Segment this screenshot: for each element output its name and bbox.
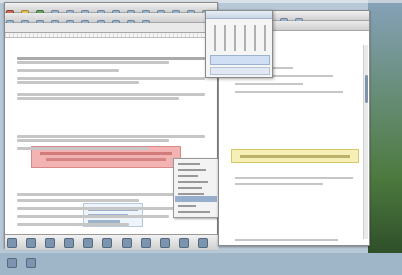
context-menu-item[interactable] [178,163,200,165]
text-line [17,97,179,100]
document-window-left [4,2,219,268]
text-line [17,199,139,202]
dock-icon-9[interactable] [159,238,170,248]
highlight-text [240,155,350,158]
palette-selection[interactable] [210,55,270,65]
dock-icon-10[interactable] [178,238,189,248]
text-line [235,239,338,241]
note-text [40,152,172,155]
text-line [17,69,119,72]
scrollbar-thumb[interactable] [365,75,368,103]
tab-bar [5,23,217,33]
context-menu-item[interactable] [178,211,210,213]
context-menu-item[interactable] [178,181,208,183]
dock-icon-8[interactable] [140,238,151,248]
highlight-box [231,149,359,163]
text-line [235,83,303,85]
note-text [46,158,166,161]
context-menu-item[interactable] [178,193,204,195]
text-line [17,147,149,150]
text-line [17,135,205,138]
dock-icon-3[interactable] [45,238,56,248]
text-line [17,207,179,210]
text-line [17,57,205,60]
dock-icon-2[interactable] [26,238,37,248]
text-line [17,93,205,96]
context-menu-item[interactable] [178,187,202,189]
ruler [5,33,217,38]
context-menu-highlight[interactable] [175,196,217,202]
context-menu-item[interactable] [178,169,206,171]
text-line [235,91,343,93]
text-line [235,183,323,185]
desktop-side-strip [368,0,402,253]
context-menu [173,158,219,218]
dock-icon-1[interactable] [7,238,17,248]
text-line [235,177,353,179]
palette-option[interactable] [210,67,270,75]
palette-title-bar[interactable] [206,11,272,19]
scrollbar[interactable] [363,45,368,239]
dock-icon-5[interactable] [83,238,94,248]
dock-icon-13[interactable] [26,258,37,268]
text-line [17,139,169,142]
context-menu-item[interactable] [178,205,196,207]
context-menu-item[interactable] [178,175,198,177]
dock-icon-6[interactable] [102,238,113,248]
palette-popup [205,10,273,78]
text-line [17,81,139,84]
text-line [17,61,169,64]
text-line [17,223,129,226]
dock-icon-11[interactable] [197,238,208,248]
dock-icon-7[interactable] [121,238,132,248]
dock-icon-12[interactable] [7,258,17,268]
app-dock [5,234,219,268]
text-line [17,77,205,80]
formatting-toolbar [5,13,217,27]
title-toolbar-left [5,3,217,17]
palette-grid[interactable] [210,25,270,51]
dock-icon-4[interactable] [64,238,75,248]
text-line [17,215,169,218]
